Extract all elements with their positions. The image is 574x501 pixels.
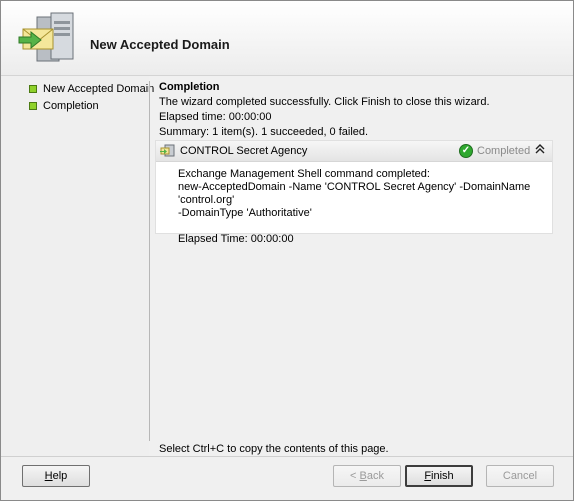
help-mnemonic: H [44,470,53,482]
step-complete-icon [29,85,37,93]
step-complete-icon [29,102,37,110]
nav-item-new-accepted-domain[interactable]: New Accepted Domain [29,81,154,97]
back-mnemonic: B [359,470,367,482]
wizard-header: New Accepted Domain [1,1,573,76]
check-icon: ✓ [459,144,473,158]
footer-separator [1,456,573,457]
nav-item-label: Completion [43,100,99,112]
nav-item-label: New Accepted Domain [43,83,155,95]
result-line: new-AcceptedDomain -Name 'CONTROL Secret… [178,181,531,206]
double-chevron-up-icon[interactable] [534,144,546,158]
back-prefix: < [350,470,360,482]
nav-divider [149,81,150,441]
help-button[interactable]: Help [22,465,90,487]
status-text: Completed [477,145,531,157]
domain-icon [160,144,175,157]
cancel-button[interactable]: Cancel [486,465,554,487]
double-chevron-up-icon-glyph [535,144,545,154]
elapsed-time: Elapsed time: 00:00:00 [159,111,272,123]
wizard-steps-nav: New Accepted Domain Completion [1,76,154,456]
result-panel: CONTROL Secret Agency ✓ Completed Exchan… [155,140,553,245]
completion-message: The wizard completed successfully. Click… [159,96,490,108]
help-label: elp [52,470,68,482]
page-title: Completion [159,81,220,93]
back-button[interactable]: < Back [333,465,401,487]
result-line: Exchange Management Shell command comple… [178,168,430,180]
result-body: Exchange Management Shell command comple… [178,168,548,246]
wizard-window: New Accepted Domain New Accepted Domain … [0,0,574,501]
result-title: CONTROL Secret Agency [180,145,308,157]
wizard-title: New Accepted Domain [90,37,230,52]
result-header[interactable]: CONTROL Secret Agency ✓ Completed [156,141,552,162]
result-elapsed: Elapsed Time: 00:00:00 [178,233,294,245]
copy-hint: Select Ctrl+C to copy the contents of th… [159,443,389,455]
result-line: -DomainType 'Authoritative' [178,207,312,219]
exchange-server-icon [18,12,74,62]
back-label: ack [366,470,384,482]
nav-item-completion[interactable]: Completion [29,98,99,114]
finish-label: inish [431,470,454,482]
summary-text: Summary: 1 item(s). 1 succeeded, 0 faile… [159,126,369,138]
finish-button[interactable]: Finish [405,465,473,487]
completion-content: Completion The wizard completed successf… [159,81,555,140]
